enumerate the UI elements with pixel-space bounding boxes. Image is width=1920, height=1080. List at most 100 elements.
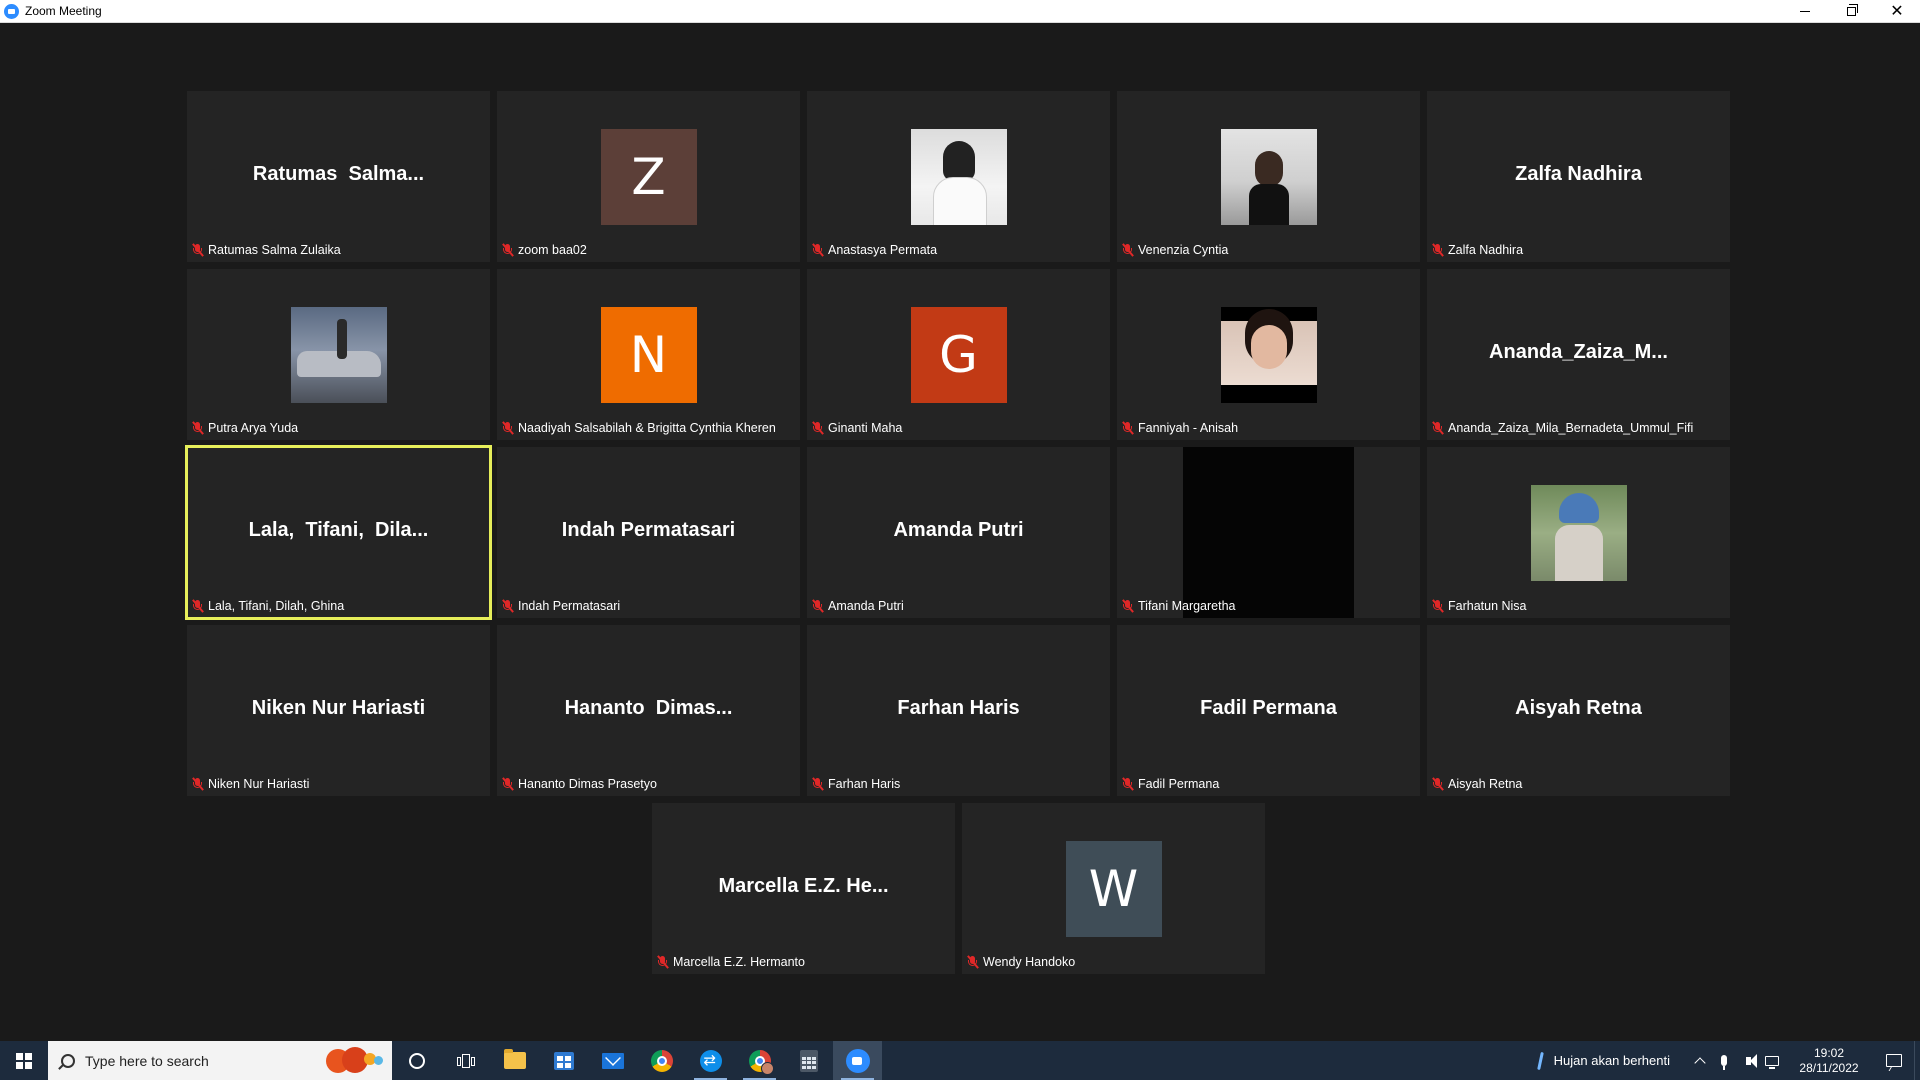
network-icon [1765,1055,1779,1069]
participant-profile-photo [910,128,1007,225]
restore-button[interactable] [1828,0,1874,23]
participant-content [807,91,1110,238]
calculator-button[interactable] [784,1041,833,1080]
participant-display-name: Hananto Dimas... [564,697,733,719]
store-button[interactable] [539,1041,588,1080]
participant-avatar: W [1065,840,1162,937]
participant-content: Marcella E.Z. He... [652,803,955,950]
participant-avatar: G [910,306,1007,403]
microphone-muted-icon [1121,421,1134,435]
minimize-button[interactable] [1782,0,1828,23]
participant-name-bar: Naadiyah Salsabilah & Brigitta Cynthia K… [501,418,776,438]
show-hidden-icons-button[interactable] [1688,1041,1712,1080]
participant-tile[interactable]: Fadil Permana Fadil Permana [1117,625,1420,796]
participant-tile[interactable]: Niken Nur Hariasti Niken Nur Hariasti [187,625,490,796]
participant-name-bar: Fadil Permana [1121,774,1219,794]
microphone-muted-icon [811,777,824,791]
start-button[interactable] [0,1041,48,1080]
window-controls: ✕ [1782,0,1920,23]
show-desktop-button[interactable] [1914,1041,1920,1080]
teamviewer-icon [699,1049,722,1072]
close-button[interactable]: ✕ [1874,0,1920,23]
participant-name-bar: Zalfa Nadhira [1431,240,1523,260]
microphone-muted-icon [1431,421,1444,435]
participant-tile[interactable]: Amanda Putri Amanda Putri [807,447,1110,618]
zoom-icon [845,1048,870,1073]
participant-tile[interactable]: Putra Arya Yuda [187,269,490,440]
microphone-muted-icon [1431,777,1444,791]
participant-tile[interactable]: Fanniyah - Anisah [1117,269,1420,440]
file-explorer-button[interactable] [490,1041,539,1080]
microphone-tray-button[interactable] [1712,1041,1736,1080]
participant-tile[interactable]: Anastasya Permata [807,91,1110,262]
participant-content: Z [497,91,800,238]
cortana-icon [408,1052,425,1069]
participant-content: Farhan Haris [807,625,1110,772]
participant-name-bar: Aisyah Retna [1431,774,1522,794]
participant-tile[interactable]: N Naadiyah Salsabilah & Brigitta Cynthia … [497,269,800,440]
participant-tile[interactable]: Hananto Dimas... Hananto Dimas Prasetyo [497,625,800,796]
participant-tile[interactable]: Tifani Margaretha [1117,447,1420,618]
participant-content: Niken Nur Hariasti [187,625,490,772]
participant-name-bar: Farhatun Nisa [1431,596,1527,616]
participant-name-label: Farhan Haris [828,777,901,791]
participant-content: Ratumas Salma... [187,91,490,238]
volume-button[interactable] [1736,1041,1760,1080]
participant-content: G [807,269,1110,416]
participant-content [1427,447,1730,594]
notification-icon [1886,1054,1902,1067]
microphone-muted-icon [1431,599,1444,613]
participant-display-name: Marcella E.Z. He... [718,875,889,897]
clock[interactable]: 19:02 28/11/2022 [1794,1046,1864,1076]
participant-content [1117,447,1420,594]
participant-display-name: Ratumas Salma... [252,163,425,185]
participant-profile-photo [1220,306,1317,403]
participant-tile[interactable]: Indah Permatasari Indah Permatasari [497,447,800,618]
participant-name-label: Zalfa Nadhira [1448,243,1524,257]
participant-name-bar: Ginanti Maha [811,418,902,438]
participant-profile-photo [1220,128,1317,225]
participant-tile[interactable]: Lala, Tifani, Dila... Lala, Tifani, Dilah… [185,445,492,620]
participant-tile[interactable]: Aisyah Retna Aisyah Retna [1427,625,1730,796]
weather-widget[interactable]: Hujan akan berhenti [1538,1052,1670,1070]
participant-tile[interactable]: Zalfa Nadhira Zalfa Nadhira [1427,91,1730,262]
participant-tile[interactable]: W Wendy Handoko [962,803,1265,974]
zoom-icon [4,3,19,19]
participant-tile[interactable]: G Ginanti Maha [807,269,1110,440]
participant-tile[interactable]: Zzoom baa02 [497,91,800,262]
participant-name-bar: Niken Nur Hariasti [191,774,309,794]
participant-name-label: Wendy Handoko [983,955,1076,969]
mail-button[interactable] [588,1041,637,1080]
zoom-taskbar-button[interactable] [833,1041,882,1080]
participant-tile[interactable]: Ratumas Salma... Ratumas Salma Zulaika [187,91,490,262]
participant-name-bar: Farhan Haris [811,774,900,794]
participant-name-bar: Marcella E.Z. Hermanto [656,952,805,972]
participant-content [187,269,490,416]
system-tray: Hujan akan berhenti 19:02 28/11/2022 [1538,1041,1920,1080]
calculator-icon [799,1049,818,1072]
teamviewer-button[interactable] [686,1041,735,1080]
participant-name-bar: Anastasya Permata [811,240,937,260]
participant-display-name: Indah Permatasari [561,519,736,541]
microphone-muted-icon [191,599,204,613]
participant-tile[interactable]: Ananda_Zaiza_M... Ananda_Zaiza_Mila_Berna… [1427,269,1730,440]
chrome-profile-button[interactable] [735,1041,784,1080]
participant-content: Indah Permatasari [497,447,800,594]
participant-name-label: Aisyah Retna [1448,777,1523,791]
network-button[interactable] [1760,1041,1784,1080]
chrome-button[interactable] [637,1041,686,1080]
cortana-button[interactable] [392,1041,441,1080]
participant-tile[interactable]: Farhatun Nisa [1427,447,1730,618]
taskbar-search[interactable]: Type here to search [48,1041,392,1080]
participant-tile[interactable]: Venenzia Cyntia [1117,91,1420,262]
file-explorer-icon [503,1049,526,1069]
microphone-muted-icon [656,955,669,969]
clock-date: 28/11/2022 [1799,1060,1859,1075]
participant-tile[interactable]: Farhan Haris Farhan Haris [807,625,1110,796]
clock-time: 19:02 [1813,1045,1845,1060]
task-view-button[interactable] [441,1041,490,1080]
taskbar: Type here to search Hujan akan berhenti … [0,1041,1920,1080]
participant-tile[interactable]: Marcella E.Z. He... Marcella E.Z. Hermant… [652,803,955,974]
microphone-muted-icon [1121,243,1134,257]
notification-center-button[interactable] [1874,1041,1914,1080]
